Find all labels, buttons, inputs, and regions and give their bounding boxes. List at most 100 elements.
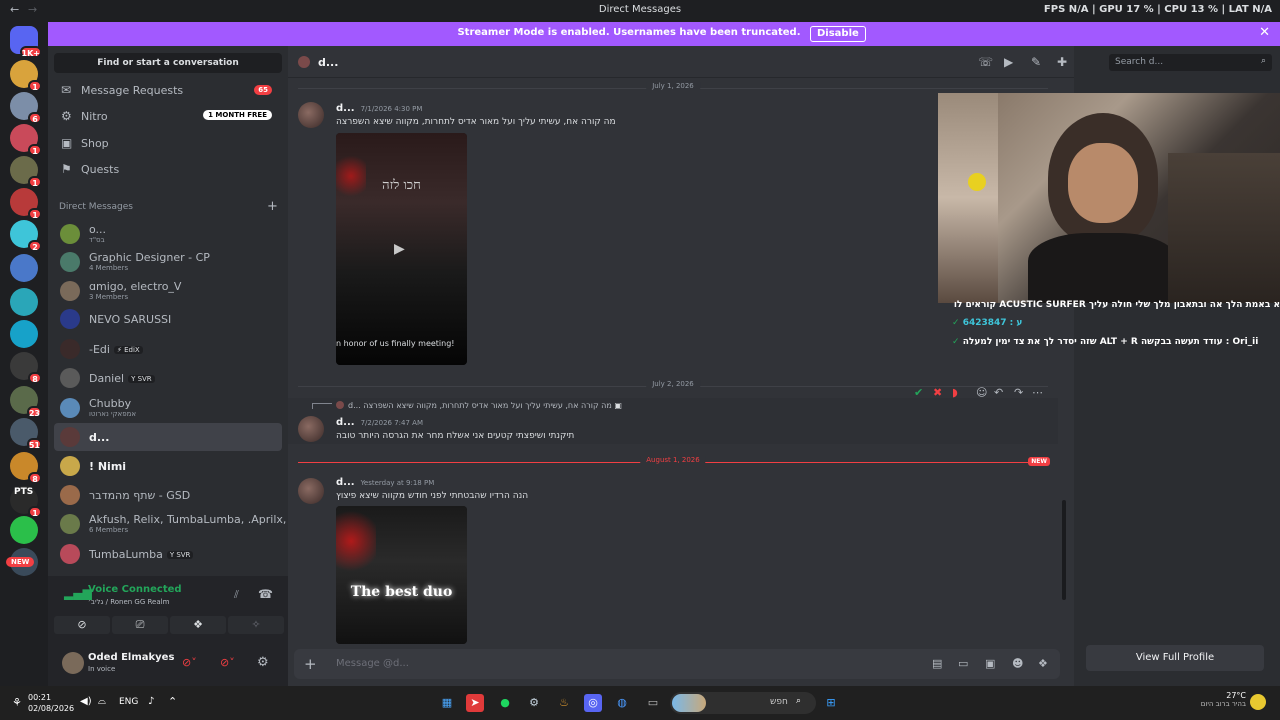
nav-item-message-requests[interactable]: ✉ Message Requests 65 — [54, 79, 282, 103]
dm-item[interactable]: שתף מהמדבר - GSD — [54, 481, 282, 509]
gift-icon[interactable]: ▤ — [932, 657, 942, 670]
settings-gear-icon[interactable]: ⚙ — [257, 655, 269, 670]
view-full-profile-button[interactable]: View Full Profile — [1086, 645, 1264, 671]
server-icon[interactable]: 51 — [10, 418, 42, 450]
video-attachment[interactable]: חכו לזה ▶ n honor of us finally meeting! — [336, 133, 467, 365]
message-author[interactable]: d... Yesterday at 9:18 PM — [336, 477, 434, 488]
dm-item[interactable]: ɑmigo, electro_V 3 Members — [54, 277, 282, 305]
dm-item[interactable]: o... בס"ד — [54, 220, 282, 248]
app-discord-icon[interactable]: ◎ — [584, 694, 602, 712]
server-icon[interactable]: 1K+ — [10, 26, 42, 58]
reaction-x-icon[interactable]: ✖ — [933, 386, 942, 399]
network-icon[interactable]: ⚘ — [12, 696, 22, 709]
message-input[interactable]: Message @d... — [336, 658, 409, 669]
find-conversation-button[interactable]: Find or start a conversation — [54, 53, 282, 73]
sticker-icon[interactable]: ▣ — [985, 657, 995, 670]
activities-button[interactable]: ❖ — [170, 616, 226, 634]
nav-item-shop[interactable]: ▣ Shop — [54, 132, 282, 156]
voice-status[interactable]: Voice Connected — [88, 584, 182, 595]
dm-item[interactable]: NEVO SARUSSI — [54, 305, 282, 333]
server-icon[interactable]: 8 — [10, 452, 42, 484]
message-avatar[interactable] — [298, 478, 324, 504]
dm-item[interactable]: TumbaLumba Y SVR — [54, 540, 282, 568]
taskbar-search[interactable]: חפש ⌕ — [670, 692, 816, 714]
deafen-icon[interactable]: ⊘˅ — [220, 656, 235, 669]
reaction-melon-icon[interactable]: ◗ — [952, 386, 958, 399]
message-author[interactable]: d... 7/1/2026 4:30 PM — [336, 103, 422, 114]
emoji-icon[interactable]: ☻ — [1012, 657, 1023, 670]
pinned-icon[interactable]: ✎ — [1031, 55, 1041, 69]
screenshare-button[interactable]: ⎚ — [112, 616, 168, 634]
search-input[interactable]: Search d... ⌕ — [1109, 54, 1272, 71]
server-icon[interactable]: 23 — [10, 386, 42, 418]
reply-icon[interactable]: ↶ — [994, 386, 1003, 399]
server-icon[interactable]: 1 — [10, 156, 42, 188]
dm-item[interactable]: Graphic Designer - CP 4 Members — [54, 248, 282, 276]
reaction-check-icon[interactable]: ✔ — [914, 386, 923, 399]
video-attachment[interactable]: The best duo — [336, 506, 467, 644]
chat-scrollbar[interactable] — [1062, 500, 1066, 600]
new-badge[interactable]: NEW — [6, 557, 35, 567]
mic-muted-icon[interactable]: ⊘˅ — [182, 656, 197, 669]
app-game-icon[interactable]: ♨ — [555, 694, 573, 712]
create-dm-plus-icon[interactable]: + — [267, 199, 278, 214]
voice-call-icon[interactable]: ☏ — [978, 55, 993, 69]
server-icon[interactable] — [10, 288, 38, 316]
more-options-icon[interactable]: ⋯ — [1032, 386, 1043, 399]
disable-button[interactable]: Disable — [810, 26, 866, 42]
reply-preview[interactable]: d... מה קורה אח, עשיתי עליך ועל מאור אדי… — [348, 401, 622, 410]
camera-toggle-button[interactable]: ⊘ — [54, 616, 110, 634]
app-chrome-icon[interactable]: ◍ — [613, 694, 631, 712]
weather-widget[interactable]: 27°C בהיר ברוב היום — [1194, 691, 1246, 708]
nav-item-nitro[interactable]: ⚙ Nitro 1 MONTH FREE — [54, 105, 282, 129]
play-icon[interactable]: ▶ — [394, 241, 405, 257]
language-indicator[interactable]: ENG — [119, 697, 138, 707]
windows-start-icon[interactable]: ⊞ — [822, 694, 840, 712]
video-call-icon[interactable]: ▶ — [1004, 55, 1013, 69]
soundboard-button[interactable]: ✧ — [228, 616, 284, 634]
server-icon[interactable] — [10, 516, 38, 544]
app-explorer-icon[interactable]: ▭ — [644, 694, 662, 712]
server-icon[interactable]: 6 — [10, 92, 42, 124]
start-apps-icon[interactable]: ▦ — [438, 694, 456, 712]
server-icon[interactable]: 2 — [10, 220, 42, 252]
channel-name[interactable]: d... — [318, 56, 338, 69]
message-avatar[interactable] — [298, 416, 324, 442]
dm-item[interactable]: ! Nimi — [54, 452, 282, 480]
server-icon[interactable] — [10, 254, 38, 282]
noise-suppression-icon[interactable]: ⫽ — [234, 588, 239, 602]
nav-item-quests[interactable]: ⚑ Quests — [54, 158, 282, 182]
add-reaction-icon[interactable]: ☺ — [976, 386, 987, 399]
wifi-icon[interactable]: ⌓ — [98, 696, 106, 707]
add-friends-icon[interactable]: ✚ — [1057, 55, 1067, 69]
forward-icon[interactable]: ↷ — [1014, 386, 1023, 399]
message-author[interactable]: d... 7/2/2026 7:47 AM — [336, 417, 423, 428]
server-icon[interactable]: 1 — [10, 124, 42, 156]
apps-icon[interactable]: ❖ — [1038, 657, 1048, 670]
upload-plus-icon[interactable]: + — [304, 655, 317, 673]
dm-item[interactable]: Daniel Y SVR — [54, 364, 282, 392]
gif-icon[interactable]: ▭ — [958, 657, 968, 670]
close-icon[interactable]: ✕ — [1259, 25, 1270, 40]
clock[interactable]: 00:21 02/08/2026 — [28, 692, 74, 714]
server-icon[interactable] — [10, 320, 38, 348]
server-icon[interactable]: 1 — [10, 60, 42, 92]
server-icon[interactable]: 1 — [10, 188, 42, 220]
server-icon[interactable]: 8 — [10, 352, 42, 384]
message-avatar[interactable] — [298, 102, 324, 128]
voice-channel[interactable]: גליב׳ / Ronen GG Realm — [88, 598, 169, 606]
user-name[interactable]: Oded Elmakyes — [88, 652, 174, 663]
disconnect-icon[interactable]: ☎ — [258, 587, 273, 601]
tray-chevron-icon[interactable]: ⌃ — [168, 695, 177, 708]
app-steam-icon[interactable]: ⚙ — [525, 694, 543, 712]
dm-item[interactable]: Chubby אמפאקי נארוטו — [54, 394, 282, 422]
app-telegram-icon[interactable]: ➤ — [466, 694, 484, 712]
user-avatar[interactable] — [62, 652, 84, 674]
dm-item[interactable]: -Edi ⚡ EdiX — [54, 335, 282, 363]
dm-item[interactable]: Akfush, Relix, TumbaLumba, .Aprilx, S...… — [54, 510, 307, 538]
app-spotify-icon[interactable]: ● — [496, 694, 514, 712]
mic-icon[interactable]: ♪ — [148, 696, 154, 707]
dm-item[interactable]: d... — [54, 423, 282, 451]
message-composer[interactable]: + Message @d... ▤ ▭ ▣ ☻ ❖ — [294, 649, 1060, 679]
volume-icon[interactable]: ◀) — [80, 696, 92, 707]
